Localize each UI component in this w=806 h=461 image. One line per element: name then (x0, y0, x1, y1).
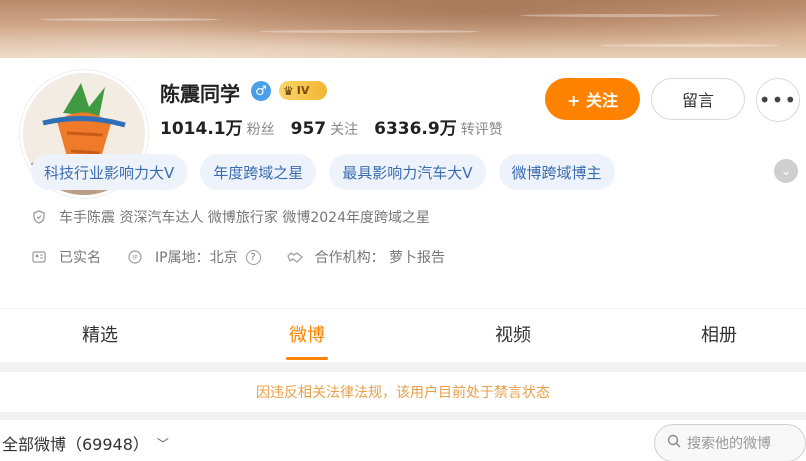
ip-text: IP属地：北京 (155, 250, 238, 266)
svg-text:IP: IP (132, 255, 138, 262)
id-card-icon (31, 249, 47, 265)
chevron-down-icon[interactable]: ⌄ (774, 159, 798, 183)
profile-tabs: 精选 微博 视频 相册 (0, 308, 806, 362)
honor-tag[interactable]: 科技行业影响力大V (31, 154, 188, 190)
profile-card: V 陈震同学 ♂ ♛ IV 1014.1万 粉丝 957 关注 6336.9万 … (0, 58, 806, 308)
honor-tag[interactable]: 最具影响力汽车大V (329, 154, 486, 190)
crown-icon: ♛ (283, 83, 294, 98)
weibo-filter-dropdown[interactable]: 全部微博（69948） ﹀ (2, 431, 169, 455)
search-input[interactable]: 搜索他的微博 (654, 424, 806, 461)
male-icon: ♂ (251, 81, 271, 101)
org-item: 合作机构： 萝卜报告 (286, 247, 445, 267)
chevron-down-icon: ﹀ (156, 436, 169, 451)
divider (0, 412, 806, 420)
stat-label: 粉丝 (246, 122, 275, 138)
honor-tags: 科技行业影响力大V 年度跨域之星 最具影响力汽车大V 微博跨域博主 (31, 154, 628, 190)
stat-following[interactable]: 957 关注 (291, 119, 359, 139)
divider (0, 362, 806, 372)
real-name-item: 已实名 (31, 247, 101, 267)
bio-row: 车手陈震 资深汽车达人 微博旅行家 微博2024年度跨域之星 (31, 207, 430, 227)
tab-weibo[interactable]: 微博 (247, 321, 367, 347)
profile-cover-image (0, 0, 806, 62)
ip-icon: IP (127, 249, 143, 265)
meta-row: 已实名 IP IP属地：北京 ? 合作机构： 萝卜报告 (31, 247, 471, 267)
honor-tag[interactable]: 微博跨域博主 (498, 154, 615, 190)
search-icon (667, 434, 681, 452)
more-dots-icon[interactable]: ••• (756, 78, 800, 122)
real-name-text: 已实名 (59, 250, 101, 266)
stat-value: 957 (290, 119, 327, 139)
active-tab-indicator (286, 357, 328, 360)
rank-badge[interactable]: ♛ IV (279, 81, 327, 100)
profile-stats: 1014.1万 粉丝 957 关注 6336.9万 转评赞 (160, 114, 519, 139)
shield-icon (31, 209, 47, 225)
ip-item: IP IP属地：北京 ? (127, 247, 261, 267)
honor-tag[interactable]: 年度跨域之星 (200, 154, 317, 190)
stat-label: 转评赞 (460, 122, 503, 138)
message-button[interactable]: 留言 (651, 78, 745, 120)
stat-value: 6336.9万 (374, 119, 457, 139)
stat-likes: 6336.9万 转评赞 (374, 114, 503, 139)
bio-text: 车手陈震 资深汽车达人 微博旅行家 微博2024年度跨域之星 (59, 210, 430, 226)
follow-button[interactable]: + 关注 (545, 78, 640, 120)
tab-album[interactable]: 相册 (659, 321, 779, 347)
tab-video[interactable]: 视频 (453, 321, 573, 347)
handshake-icon (286, 249, 303, 265)
stat-label: 关注 (330, 122, 359, 138)
help-icon[interactable]: ? (245, 249, 261, 265)
profile-name: 陈震同学 (160, 82, 240, 106)
filter-label: 全部微博（69948） (2, 435, 149, 454)
rank-label: IV (296, 84, 310, 97)
stat-followers[interactable]: 1014.1万 粉丝 (160, 114, 275, 139)
stat-value: 1014.1万 (160, 119, 243, 139)
org-text[interactable]: 合作机构： 萝卜报告 (315, 247, 445, 267)
ban-notice: 因违反相关法律法规，该用户目前处于禁言状态 (0, 372, 806, 412)
search-placeholder: 搜索他的微博 (687, 436, 771, 452)
tab-featured[interactable]: 精选 (40, 321, 160, 347)
